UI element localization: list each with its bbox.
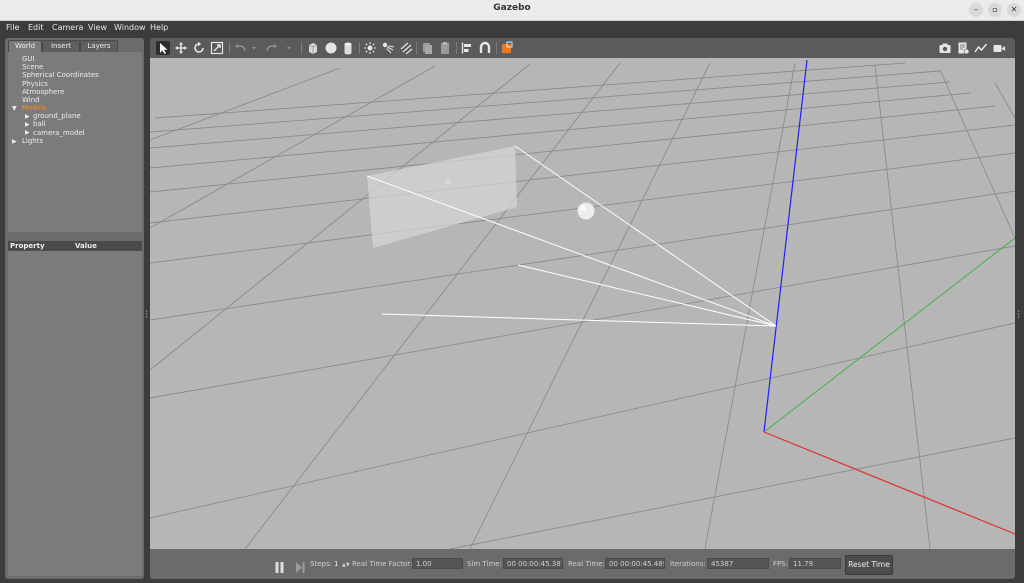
tree-item-lights[interactable]: Lights xyxy=(22,137,43,145)
iterations-field: 45387 xyxy=(707,558,769,569)
expand-lights-icon[interactable]: ▶ xyxy=(12,138,17,145)
property-table xyxy=(8,251,142,576)
toolbar-separator xyxy=(456,42,457,54)
ball-reflection xyxy=(444,177,452,185)
tree-item-camera-model[interactable]: camera_model xyxy=(33,129,85,137)
scale-icon[interactable] xyxy=(210,41,224,55)
select-arrow-icon[interactable] xyxy=(156,41,170,55)
window-titlebar: Gazebo – ▫ ✕ xyxy=(0,0,1024,21)
steps-value[interactable]: 1 xyxy=(334,560,338,568)
maximize-button[interactable]: ▫ xyxy=(988,3,1002,17)
menu-edit[interactable]: Edit xyxy=(28,23,44,32)
tree-item-physics[interactable]: Physics xyxy=(22,80,48,88)
spot-light-icon[interactable] xyxy=(381,41,395,55)
directional-light-icon[interactable] xyxy=(399,41,413,55)
tree-item-gui[interactable]: GUI xyxy=(22,55,35,63)
paste-icon[interactable] xyxy=(438,41,452,55)
3d-scene-viewport[interactable] xyxy=(150,58,1015,549)
screenshot-camera-icon[interactable] xyxy=(938,41,952,55)
left-splitter-handle[interactable] xyxy=(145,304,148,318)
menu-help[interactable]: Help xyxy=(150,23,168,32)
iterations-label: Iterations: xyxy=(670,560,706,568)
real-time-label: Real Time: xyxy=(568,560,605,568)
minimize-button[interactable]: – xyxy=(969,3,983,17)
expand-models-icon[interactable]: ▼ xyxy=(12,105,17,112)
align-icon[interactable] xyxy=(460,41,474,55)
left-panel: World Insert Layers GUI Scene Spherical … xyxy=(5,38,144,579)
copy-icon[interactable] xyxy=(420,41,434,55)
tree-item-atmosphere[interactable]: Atmosphere xyxy=(22,88,64,96)
toolbar-separator xyxy=(229,42,230,54)
plot-icon[interactable] xyxy=(974,41,988,55)
real-time-factor-field: 1.00 xyxy=(412,558,463,569)
tree-item-ground-plane[interactable]: ground_plane xyxy=(33,112,81,120)
tree-item-scene[interactable]: Scene xyxy=(22,63,43,71)
camera-image-plane xyxy=(367,146,517,248)
steps-spin-icon[interactable]: ▲▼ xyxy=(342,562,350,568)
sim-time-label: Sim Time: xyxy=(467,560,502,568)
video-record-icon[interactable] xyxy=(992,41,1006,55)
steps-label: Steps: xyxy=(310,560,332,568)
translate-icon[interactable] xyxy=(174,41,188,55)
undo-history-icon[interactable] xyxy=(250,41,258,55)
menu-camera[interactable]: Camera xyxy=(52,23,83,32)
redo-history-icon[interactable] xyxy=(285,41,293,55)
redo-icon[interactable] xyxy=(265,41,279,55)
cylinder-shape-icon[interactable] xyxy=(341,41,355,55)
reset-time-button[interactable]: Reset Time xyxy=(845,555,893,575)
tab-insert[interactable]: Insert xyxy=(42,40,80,52)
pause-icon[interactable] xyxy=(275,558,284,577)
toolbar-separator xyxy=(496,42,497,54)
tab-world[interactable]: World xyxy=(8,40,42,52)
status-bar: Steps: 1 ▲▼ Real Time Factor: 1.00 Sim T… xyxy=(150,549,1015,579)
magnet-snap-icon[interactable] xyxy=(478,41,492,55)
box-shape-icon[interactable] xyxy=(306,41,320,55)
tab-layers[interactable]: Layers xyxy=(80,40,118,52)
tree-item-ball[interactable]: ball xyxy=(33,120,46,128)
real-time-field: 00 00:00:45.489 xyxy=(605,558,665,569)
value-column-header: Value xyxy=(75,242,97,250)
undo-icon[interactable] xyxy=(233,41,247,55)
log-data-icon[interactable] xyxy=(956,41,970,55)
toolbar-separator xyxy=(359,42,360,54)
x-axis xyxy=(763,431,1015,535)
toolbar-separator xyxy=(301,42,302,54)
right-splitter-handle[interactable] xyxy=(1017,304,1020,318)
point-light-icon[interactable] xyxy=(363,41,377,55)
step-forward-icon[interactable] xyxy=(296,558,305,577)
menu-file[interactable]: File xyxy=(6,23,19,32)
fps-label: FPS: xyxy=(773,560,789,568)
sphere-shape-icon[interactable] xyxy=(324,41,338,55)
rotate-icon[interactable] xyxy=(192,41,206,55)
world-tree: GUI Scene Spherical Coordinates Physics … xyxy=(8,52,142,232)
expand-ground-plane-icon[interactable]: ▶ xyxy=(25,113,30,120)
tree-item-spherical-coordinates[interactable]: Spherical Coordinates xyxy=(22,71,99,79)
y-axis xyxy=(763,237,1015,433)
fps-field: 11.79 xyxy=(789,558,841,569)
menu-view[interactable]: View xyxy=(88,23,107,32)
scene-render xyxy=(150,59,1015,549)
menu-bar: File Edit Camera View Window Help xyxy=(0,21,1024,36)
property-column-header: Property xyxy=(10,242,45,250)
window-title: Gazebo xyxy=(493,3,531,13)
expand-camera-model-icon[interactable]: ▶ xyxy=(25,129,30,136)
tree-item-models[interactable]: Models xyxy=(22,104,47,112)
toolbar-separator xyxy=(416,42,417,54)
real-time-factor-label: Real Time Factor: xyxy=(352,560,413,568)
menu-window[interactable]: Window xyxy=(114,23,146,32)
sim-time-field: 00 00:00:45.387 xyxy=(503,558,563,569)
property-table-header: Property Value xyxy=(8,241,142,251)
tree-item-wind[interactable]: Wind xyxy=(22,96,40,104)
ball-model xyxy=(577,202,595,220)
snap-to-grid-icon[interactable] xyxy=(500,41,514,55)
toolbar xyxy=(150,38,1015,58)
close-button[interactable]: ✕ xyxy=(1007,3,1021,17)
expand-ball-icon[interactable]: ▶ xyxy=(25,121,30,128)
